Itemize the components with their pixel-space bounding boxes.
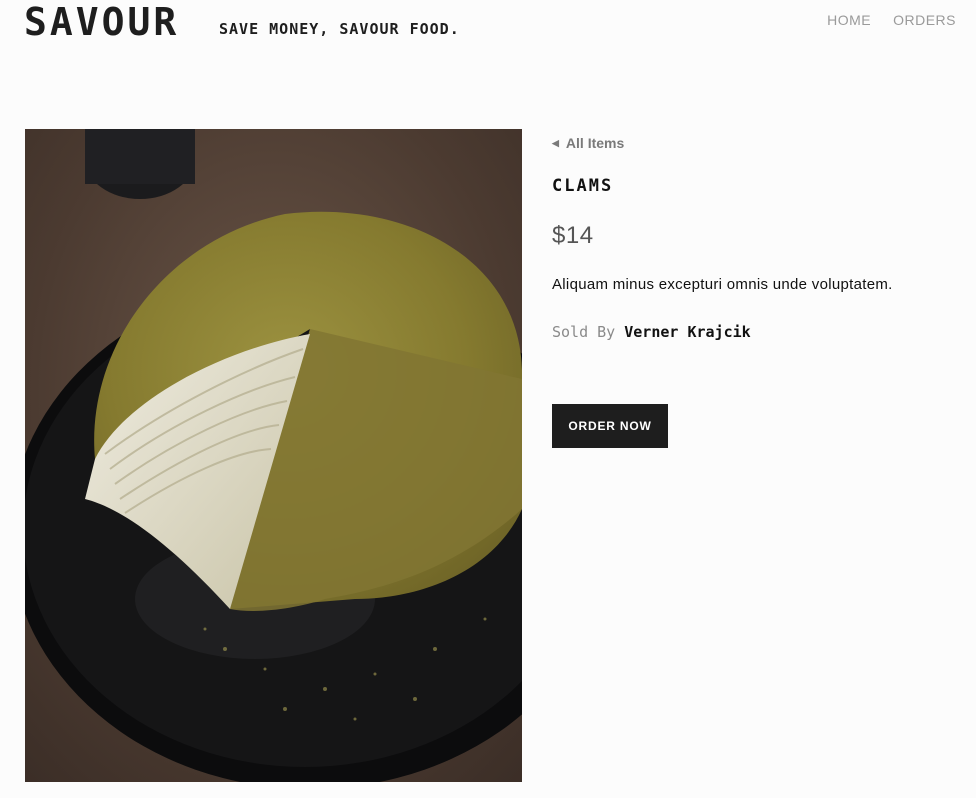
product-price: $14	[552, 222, 594, 249]
site-header: SAVOUR SAVE MONEY, SAVOUR FOOD. HOME ORD…	[0, 0, 976, 60]
product-image	[25, 129, 522, 782]
product-title: CLAMS	[552, 176, 614, 196]
back-to-all-items-link[interactable]: ◀ All Items	[552, 134, 962, 152]
back-link-label: All Items	[565, 135, 625, 151]
brand-tagline: SAVE MONEY, SAVOUR FOOD.	[219, 20, 460, 38]
nav-orders-link[interactable]: ORDERS	[893, 12, 956, 28]
main-nav: HOME ORDERS	[827, 12, 956, 28]
order-now-button[interactable]: ORDER NOW	[552, 404, 668, 448]
product-description: Aliquam minus excepturi omnis unde volup…	[552, 276, 893, 293]
nav-home-link[interactable]: HOME	[827, 12, 871, 28]
product-details: ◀ All Items CLAMS $14 Aliquam minus exce…	[552, 134, 962, 341]
brand-logo[interactable]: SAVOUR	[24, 0, 179, 44]
caret-left-icon: ◀	[552, 137, 559, 148]
seller-name[interactable]: Verner Krajcik	[624, 323, 750, 341]
seller-info: Sold By Verner Krajcik	[552, 323, 962, 341]
sold-by-label: Sold By	[552, 323, 616, 341]
